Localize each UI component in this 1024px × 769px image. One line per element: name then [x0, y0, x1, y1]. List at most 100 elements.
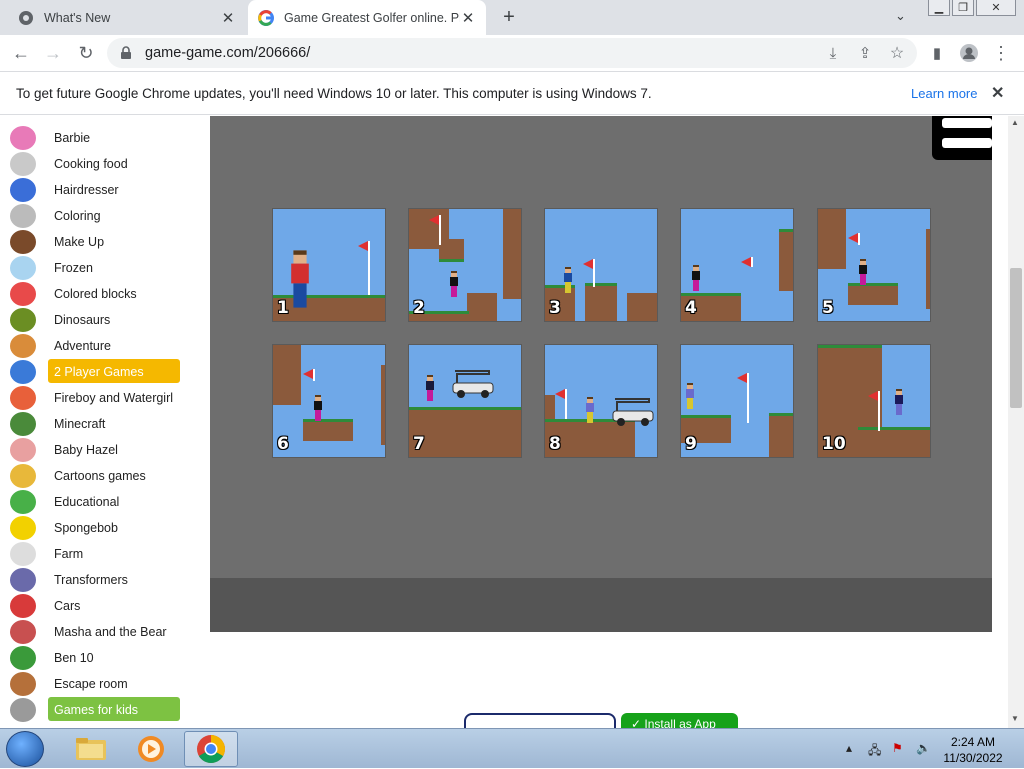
- lock-icon[interactable]: [119, 46, 133, 60]
- start-button[interactable]: [6, 731, 44, 767]
- sidebar-item-educational[interactable]: Educational: [0, 489, 190, 515]
- forward-icon[interactable]: →: [42, 42, 64, 64]
- dirt-terrain: [439, 239, 464, 261]
- dirt-terrain: [467, 293, 497, 321]
- level-3-tile[interactable]: 3: [544, 208, 658, 322]
- sidebar-item-minecraft[interactable]: Minecraft: [0, 411, 190, 437]
- sidebar-item-baby-hazel[interactable]: Baby Hazel: [0, 437, 190, 463]
- sidebar-item-cars[interactable]: Cars: [0, 593, 190, 619]
- sidebar-item-adventure[interactable]: Adventure: [0, 333, 190, 359]
- minimize-button[interactable]: ▁: [928, 0, 950, 16]
- reload-icon[interactable]: ↻: [75, 42, 97, 64]
- level-8-tile[interactable]: 8: [544, 344, 658, 458]
- tab-whats-new[interactable]: What's New ✕: [8, 0, 246, 35]
- sidebar-item-ben-10[interactable]: Ben 10: [0, 645, 190, 671]
- tab-search-icon[interactable]: ⌄: [895, 8, 906, 24]
- scroll-down-icon[interactable]: ▼: [1011, 714, 1019, 723]
- close-tab-icon[interactable]: ✕: [460, 10, 476, 27]
- sidebar-item-label: Colored blocks: [54, 287, 137, 301]
- close-window-button[interactable]: ✕: [976, 0, 1016, 16]
- tab-strip: What's New ✕ Game Greatest Golfer online…: [0, 0, 1024, 35]
- secondary-button[interactable]: [464, 713, 616, 728]
- sidebar-item-hairdresser[interactable]: Hairdresser: [0, 177, 190, 203]
- golfer-character: [894, 389, 904, 415]
- fireboy-icon: [10, 386, 36, 410]
- sidebar-item-barbie[interactable]: Barbie: [0, 125, 190, 151]
- level-9-tile[interactable]: 9: [680, 344, 794, 458]
- sidebar-item-games-for-kids[interactable]: Games for kids: [0, 697, 190, 723]
- level-number: 10: [822, 434, 846, 454]
- level-5-tile[interactable]: 5: [817, 208, 931, 322]
- golfer-character: [691, 265, 701, 291]
- clock-time: 2:24 AM: [950, 735, 996, 749]
- menu-kebab-icon[interactable]: ⋮: [990, 42, 1012, 64]
- sidebar-item-dinosaurs[interactable]: Dinosaurs: [0, 307, 190, 333]
- dirt-terrain: [779, 231, 793, 291]
- close-infobar-icon[interactable]: ✕: [991, 83, 1004, 103]
- game-frame[interactable]: 1 2 3 4 5 6 7 8 9 10: [210, 116, 992, 578]
- network-icon[interactable]: 🖧: [868, 741, 881, 762]
- install-icon[interactable]: ⤓: [822, 42, 844, 64]
- profile-avatar-icon[interactable]: [958, 42, 980, 64]
- dirt-terrain: [503, 209, 521, 299]
- dinosaur-icon: [10, 308, 36, 332]
- dirt-terrain: [303, 421, 353, 441]
- learn-more-link[interactable]: Learn more: [911, 86, 977, 101]
- game-menu-icon[interactable]: [932, 116, 992, 160]
- level-1-tile[interactable]: 1: [272, 208, 386, 322]
- sidebar-item-cartoons-games[interactable]: Cartoons games: [0, 463, 190, 489]
- sidebar-item-frozen[interactable]: Frozen: [0, 255, 190, 281]
- level-4-tile[interactable]: 4: [680, 208, 794, 322]
- blocks-icon: [10, 282, 36, 306]
- back-icon[interactable]: ←: [10, 42, 32, 64]
- sidebar-item-transformers[interactable]: Transformers: [0, 567, 190, 593]
- new-tab-button[interactable]: +: [498, 6, 520, 28]
- file-explorer-icon[interactable]: [64, 731, 118, 767]
- sidebar-item-label: Spongebob: [54, 521, 118, 535]
- sidebar-item-escape-room[interactable]: Escape room: [0, 671, 190, 697]
- vertical-scrollbar[interactable]: ▲ ▼: [1008, 116, 1024, 728]
- level-6-tile[interactable]: 6: [272, 344, 386, 458]
- golfer-character: [858, 259, 868, 285]
- restore-button[interactable]: ❐: [952, 0, 974, 16]
- address-bar[interactable]: game-game.com/206666/: [107, 38, 917, 68]
- scrollbar-thumb[interactable]: [1010, 268, 1022, 408]
- sidebar-item-masha-and-the-bear[interactable]: Masha and the Bear: [0, 619, 190, 645]
- sidebar-item-colored-blocks[interactable]: Colored blocks: [0, 281, 190, 307]
- close-tab-icon[interactable]: ✕: [220, 10, 236, 27]
- golf-cart-icon: [451, 367, 495, 399]
- media-player-icon[interactable]: [124, 731, 178, 767]
- flag-icon: [555, 389, 567, 419]
- flag-icon: [741, 257, 753, 267]
- golf-cart-icon: [611, 395, 655, 427]
- show-hidden-icons[interactable]: ▴: [846, 741, 852, 755]
- taskbar-clock[interactable]: 2:24 AM 11/30/2022: [942, 734, 1004, 766]
- sidebar-item-coloring[interactable]: Coloring: [0, 203, 190, 229]
- grass-strip: [779, 229, 793, 232]
- golfer-character: [685, 383, 695, 409]
- level-2-tile[interactable]: 2: [408, 208, 522, 322]
- sidebar-item-farm[interactable]: Farm: [0, 541, 190, 567]
- barbie-icon: [10, 126, 36, 150]
- sidebar-item-spongebob[interactable]: Spongebob: [0, 515, 190, 541]
- baby-hazel-icon: [10, 438, 36, 462]
- grass-strip: [769, 413, 793, 416]
- chrome-icon[interactable]: [184, 731, 238, 767]
- level-7-tile[interactable]: 7: [408, 344, 522, 458]
- tab-greatest-golfer[interactable]: Game Greatest Golfer online. Pla ✕: [248, 0, 486, 35]
- sidebar-item-make-up[interactable]: Make Up: [0, 229, 190, 255]
- flag-icon: [429, 215, 441, 245]
- scroll-up-icon[interactable]: ▲: [1011, 118, 1019, 127]
- sidebar-item-label: Cars: [54, 599, 81, 613]
- bookmark-star-icon[interactable]: ☆: [886, 42, 908, 64]
- sidebar-item-2-player-games[interactable]: 2 Player Games: [0, 359, 190, 385]
- action-center-icon[interactable]: ⚑: [892, 741, 903, 755]
- flag-icon: [358, 241, 370, 295]
- sidebar-item-fireboy-and-watergirl[interactable]: Fireboy and Watergirl: [0, 385, 190, 411]
- level-10-tile[interactable]: 10: [817, 344, 931, 458]
- side-panel-icon[interactable]: ▮: [926, 42, 948, 64]
- share-icon[interactable]: ⇪: [854, 42, 876, 64]
- sidebar-item-cooking-food[interactable]: Cooking food: [0, 151, 190, 177]
- install-app-button[interactable]: ✓ Install as App: [621, 713, 738, 728]
- volume-icon[interactable]: 🔈: [916, 741, 931, 755]
